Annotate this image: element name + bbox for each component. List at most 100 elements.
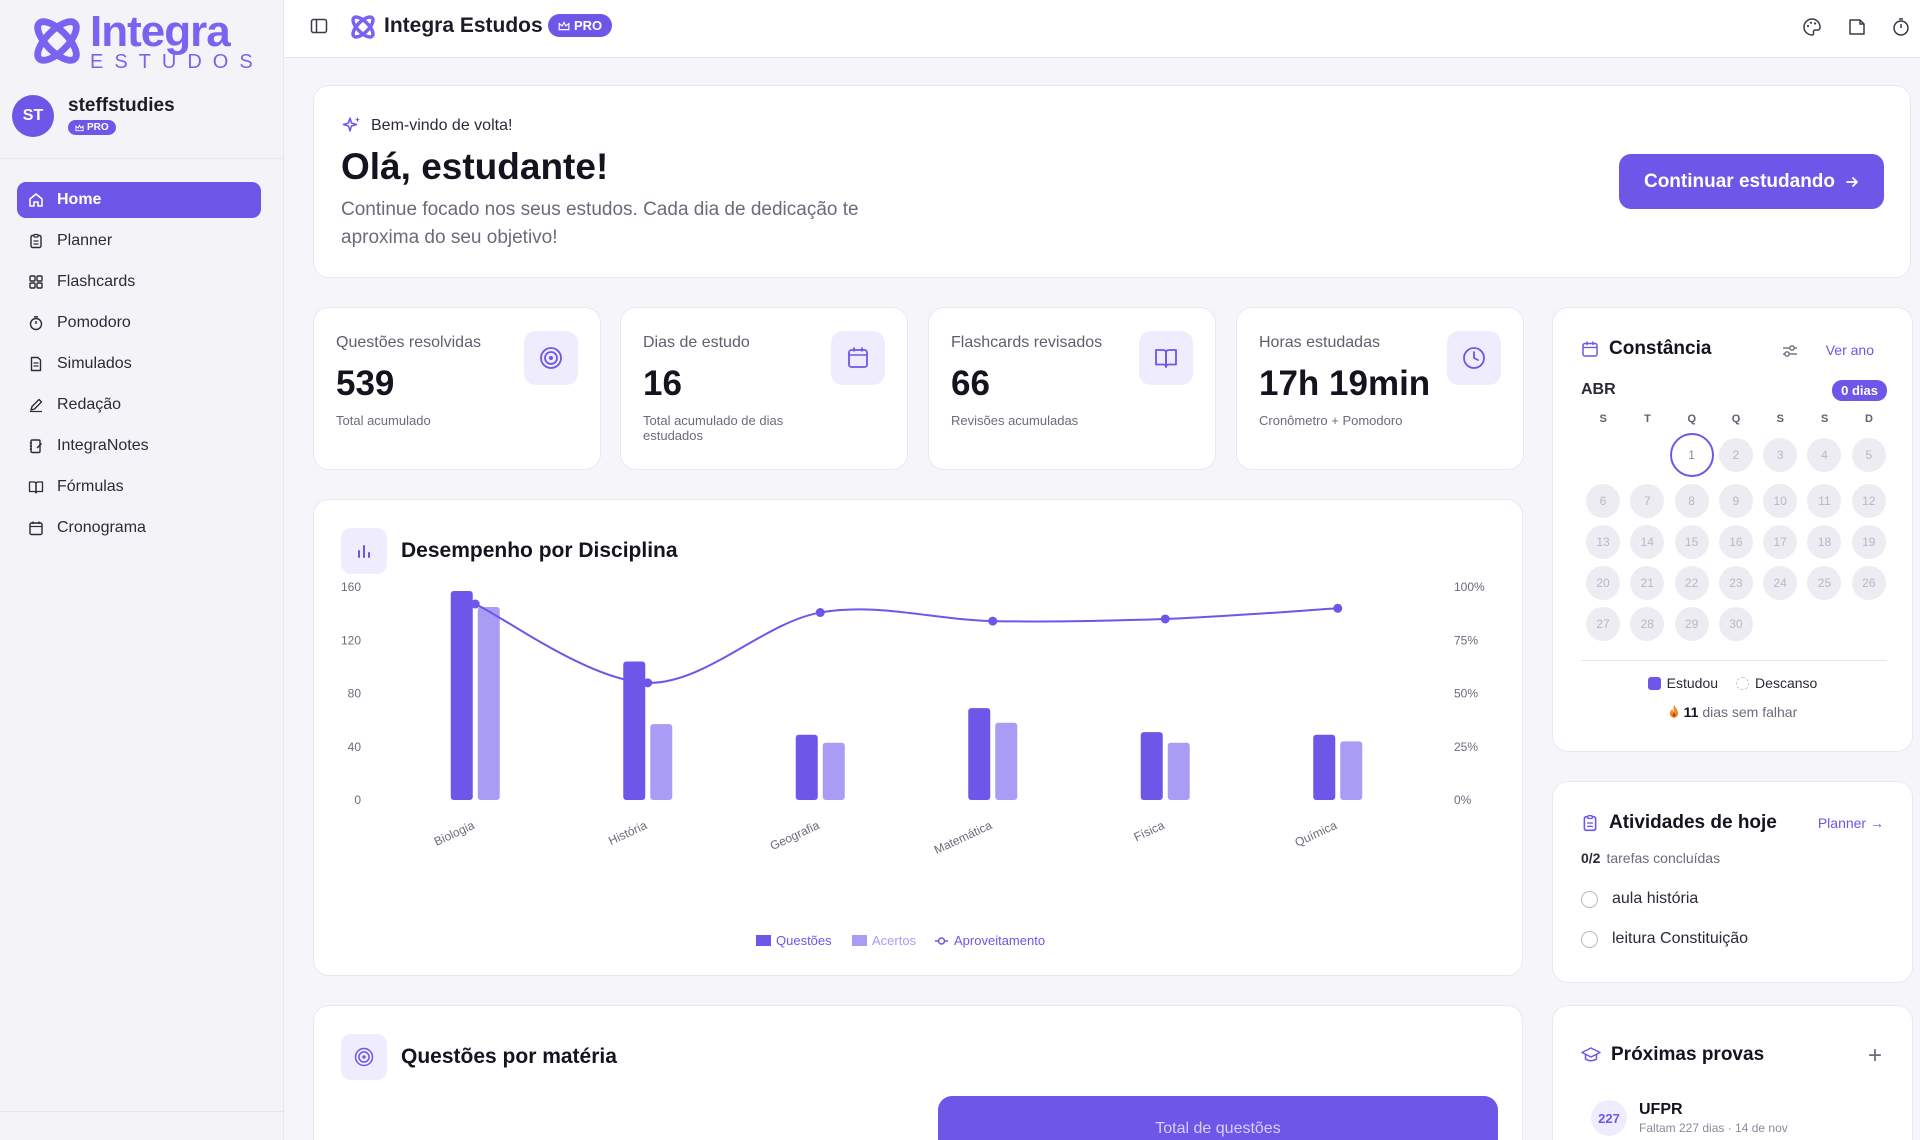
sidebar-item-redacao[interactable]: Redação [17,387,261,423]
calendar-day[interactable]: 19 [1851,525,1886,559]
rate-point[interactable] [1160,614,1170,624]
calendar-day[interactable]: 7 [1630,484,1665,518]
calendar-day[interactable]: 16 [1718,525,1753,559]
calendar-day[interactable]: 23 [1718,566,1753,600]
calendar-day[interactable]: 29 [1674,607,1709,641]
view-year-link[interactable]: Ver ano [1826,342,1874,358]
sidebar-item-label: Cronograma [57,519,146,536]
calendar-day[interactable]: 20 [1586,566,1620,600]
continue-studying-button[interactable]: Continuar estudando [1619,154,1884,209]
sidebar-item-integranotes[interactable]: IntegraNotes [17,428,261,464]
document-icon [27,355,45,373]
bar-questions[interactable] [450,590,473,800]
sidebar-item-pomodoro[interactable]: Pomodoro [17,305,261,341]
calendar-day[interactable]: 28 [1630,607,1665,641]
target-icon [341,1034,387,1080]
calendar-day[interactable]: 14 [1630,525,1665,559]
bar-hits[interactable] [1340,741,1363,800]
plan-badge: PRO [548,14,613,37]
calendar-day[interactable]: 13 [1586,525,1620,559]
calendar-day[interactable]: 30 [1718,607,1753,641]
bar-questions[interactable] [1313,734,1336,800]
sidebar-toggle-icon[interactable] [310,17,328,35]
rate-point[interactable] [815,608,825,618]
calendar-day[interactable]: 5 [1851,438,1886,472]
task-checkbox[interactable] [1581,890,1598,908]
note-icon[interactable] [1847,17,1867,37]
bar-questions[interactable] [1140,732,1163,800]
calendar-day[interactable]: 24 [1763,566,1798,600]
calendar-day[interactable]: 17 [1763,525,1798,559]
calendar-day[interactable]: 6 [1586,484,1620,518]
logo-icon [351,15,375,39]
tasks-count-label: tarefas concluídas [1606,850,1721,866]
calendar-day[interactable]: 21 [1630,566,1665,600]
bar-hits[interactable] [1167,742,1190,800]
sidebar-item-label: IntegraNotes [57,437,149,454]
legend-swatch-questions [756,935,771,946]
add-exam-button[interactable]: + [1868,1042,1882,1070]
legend-hits: Acertos [872,933,917,948]
calendar-day[interactable]: 8 [1674,484,1709,518]
bar-questions[interactable] [968,708,991,800]
rate-point[interactable] [643,678,653,688]
bar-hits[interactable] [650,724,673,800]
stat-label: Dias de estudo [643,334,750,351]
brand-logo[interactable]: Integra ESTUDOS [28,10,264,72]
calendar-day[interactable]: 11 [1807,484,1842,518]
calendar-day[interactable]: 9 [1718,484,1753,518]
bar-questions[interactable] [795,734,818,800]
sidebar-item-planner[interactable]: Planner [17,223,261,259]
bar-hits[interactable] [995,722,1018,800]
calendar-icon [831,331,885,385]
legend-rest: Descanso [1736,675,1817,691]
legend-rest-label: Descanso [1755,675,1818,691]
rate-point[interactable] [1333,603,1343,613]
legend-questions: Questões [776,933,832,948]
sidebar-item-home[interactable]: Home [17,182,261,218]
stat-card-study-days: Dias de estudo 16 Total acumulado de dia… [620,307,908,470]
calendar-day[interactable]: 12 [1851,484,1886,518]
calendar-day[interactable]: 22 [1674,566,1709,600]
task-item[interactable]: aula história [1581,890,1698,908]
exam-item[interactable]: 227 UFPR Faltam 227 dias · 14 de nov [1591,1100,1788,1136]
timer-icon[interactable] [1891,17,1911,37]
rate-point[interactable] [988,616,998,626]
tasks-count: 0/2 [1581,850,1601,866]
weekday-label: T [1644,413,1651,425]
planner-link[interactable]: Planner → [1818,815,1884,831]
sidebar-item-formulas[interactable]: Fórmulas [17,469,261,505]
task-item[interactable]: leitura Constituição [1581,930,1748,948]
calendar-day[interactable]: 26 [1851,566,1886,600]
calendar-day-today[interactable]: 1 [1669,433,1714,477]
filter-icon[interactable] [1781,342,1799,360]
calendar-day[interactable]: 3 [1763,438,1798,472]
sidebar-item-cronograma[interactable]: Cronograma [17,510,261,546]
topbar: Integra Estudos PRO [284,0,1920,58]
sidebar-item-label: Home [57,191,102,208]
sidebar-item-flashcards[interactable]: Flashcards [17,264,261,300]
bar-hits[interactable] [477,606,500,800]
palette-icon[interactable] [1802,17,1822,37]
sidebar-nav: Home Planner Flashcards Pomodoro Simulad… [17,182,261,551]
calendar-day[interactable]: 27 [1586,607,1620,641]
y-tick-label: 120 [341,633,361,647]
plan-badge: PRO [68,120,116,136]
stat-label: Flashcards revisados [951,334,1103,351]
user-profile[interactable]: ST steffstudies PRO [12,95,175,137]
calendar-day[interactable]: 10 [1763,484,1798,518]
calendar-day[interactable]: 4 [1807,438,1842,472]
task-checkbox[interactable] [1581,930,1598,948]
bar-hits[interactable] [822,742,845,800]
sidebar-item-simulados[interactable]: Simulados [17,346,261,382]
calendar-day[interactable]: 15 [1674,525,1709,559]
rate-point[interactable] [470,599,480,609]
questions-by-subject-card: Questões por matéria Total de questões [313,1005,1523,1140]
activities-title: Atividades de hoje [1609,812,1777,833]
user-name: steffstudies [68,95,175,117]
x-tick-label: Matemática [932,818,994,857]
calendar-day[interactable]: 18 [1807,525,1842,559]
planner-link-label: Planner [1817,815,1867,831]
calendar-day[interactable]: 25 [1807,566,1842,600]
calendar-day[interactable]: 2 [1718,438,1753,472]
